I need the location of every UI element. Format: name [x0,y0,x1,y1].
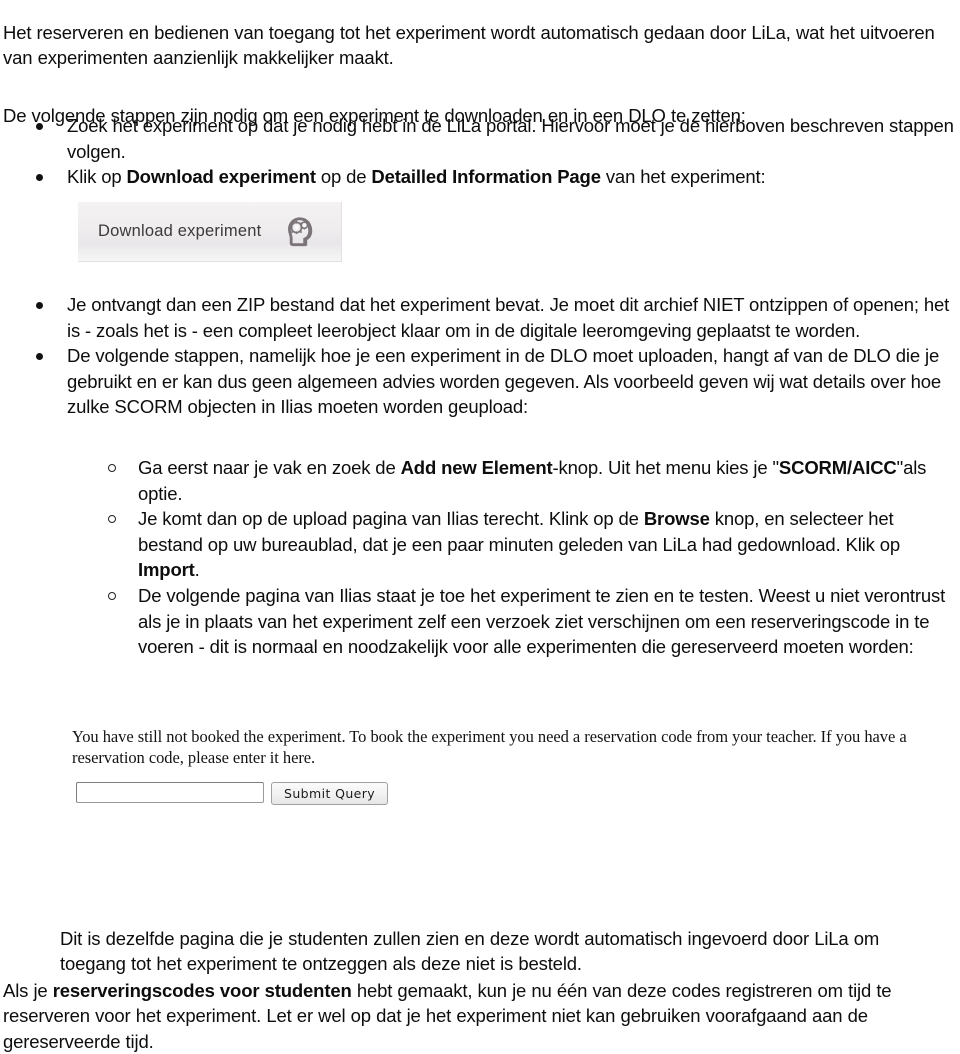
sub-item-text-tail: . [195,559,200,580]
steps-list-part-1: Zoek het experiment op dat je nodig hebt… [0,113,960,190]
list-item-text-lead: Klik op [67,166,126,187]
list-item-text: Je ontvangt dan een ZIP bestand dat het … [67,294,949,341]
list-item-text: De volgende stappen, namelijk hoe je een… [67,345,941,417]
list-item: Je komt dan op de upload pagina van Ilia… [0,506,960,583]
sub-item-text: De volgende pagina van Ilias staat je to… [138,585,945,657]
list-item: De volgende stappen, namelijk hoe je een… [0,343,960,420]
reservation-code-screenshot: You have still not booked the experiment… [72,726,960,820]
list-item: Je ontvangt dan een ZIP bestand dat het … [0,292,960,343]
download-experiment-button-image[interactable]: Download experiment [78,202,342,262]
list-item-text-mid: op de [316,166,372,187]
reservation-message: You have still not booked the experiment… [72,726,958,768]
closing-paragraph-indented: Dit is dezelfde pagina die je studenten … [60,926,940,977]
list-item: De volgende pagina van Ilias staat je to… [0,583,960,660]
list-item: Ga eerst naar je vak en zoek de Add new … [0,455,960,506]
sub-item-text-lead: Je komt dan op de upload pagina van Ilia… [138,508,644,529]
reservation-form: Submit Query [76,782,388,805]
bold-add-new-element: Add new Element [401,457,553,478]
sub-bullet-marker-icon [108,506,120,532]
bullet-marker-icon [36,292,48,318]
bold-reserveringscodes-voor-studenten: reserveringscodes voor studenten [53,980,352,1001]
sub-bullet-marker-icon [108,583,120,609]
download-experiment-label: Download experiment [98,222,261,241]
head-with-gears-icon [283,214,319,250]
document-page: Het reserveren en bedienen van toegang t… [0,0,960,1032]
sub-item-text-mid: -knop. Uit het menu kies je " [553,457,779,478]
bold-browse: Browse [644,508,710,529]
ilias-substeps-list: Ga eerst naar je vak en zoek de Add new … [0,455,960,660]
steps-list-part-2: Je ontvangt dan een ZIP bestand dat het … [0,292,960,420]
closing-paragraph: Als je reserveringscodes voor studenten … [3,978,943,1054]
reservation-code-input[interactable] [76,782,264,803]
bullet-marker-icon [36,164,48,190]
bold-download-experiment: Download experiment [126,166,315,187]
bold-detailled-information-page: Detailled Information Page [371,166,600,187]
bold-scorm-aicc: SCORM/AICC [779,457,897,478]
bold-import: Import [138,559,195,580]
closing-text-lead: Als je [3,980,53,1001]
list-item: Zoek het experiment op dat je nodig hebt… [0,113,960,164]
list-item-text: Zoek het experiment op dat je nodig hebt… [67,115,954,162]
sub-item-text-lead: Ga eerst naar je vak en zoek de [138,457,401,478]
list-item-text-tail: van het experiment: [601,166,766,187]
intro-paragraph: Het reserveren en bedienen van toegang t… [3,20,937,71]
list-item: Klik op Download experiment op de Detail… [0,164,960,190]
bullet-marker-icon [36,113,48,139]
sub-bullet-marker-icon [108,455,120,481]
submit-query-button[interactable]: Submit Query [271,782,388,805]
bullet-marker-icon [36,343,48,369]
